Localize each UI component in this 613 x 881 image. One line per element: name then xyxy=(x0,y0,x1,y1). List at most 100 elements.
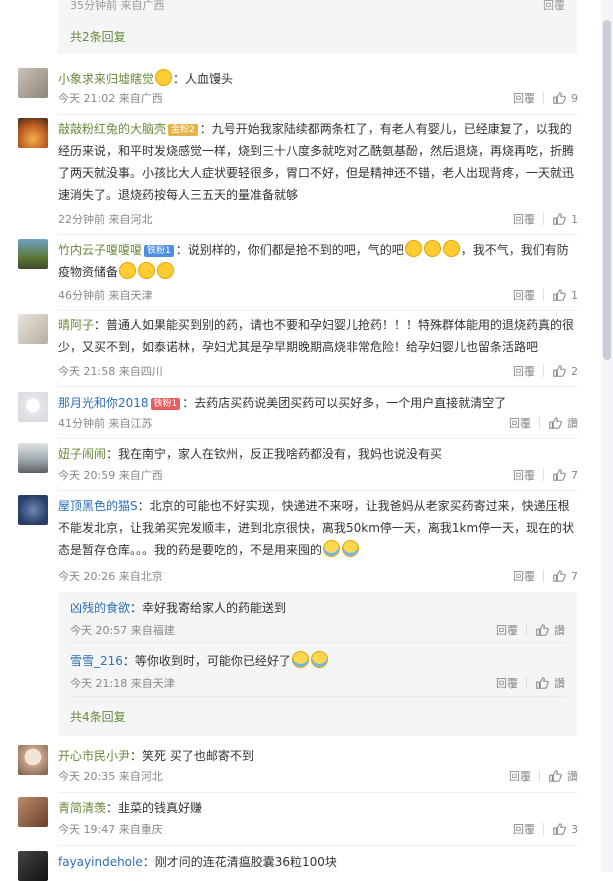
comment-body: ：说别样的，你们都是抢不到的吧，气的吧 xyxy=(175,243,404,257)
reply-actions: 回覆 讚 xyxy=(496,675,565,691)
reply-button[interactable]: 回覆 xyxy=(513,467,535,483)
comment-actions: 回覆 讚 xyxy=(509,415,578,431)
username-link[interactable]: 妞子闹闹 xyxy=(58,447,106,461)
avatar[interactable] xyxy=(18,851,48,881)
avatar[interactable] xyxy=(18,392,48,422)
username-link[interactable]: fayayindehole xyxy=(58,855,143,869)
comment-actions: 回覆 1 xyxy=(513,211,578,227)
reply-block: 凶残的食欲：幸好我寄给家人的药能送到 今天 20:57 来自福建 回覆 讚 雪雪… xyxy=(58,592,577,736)
username-link[interactable]: 晴阿子 xyxy=(58,318,94,332)
like-button[interactable]: 1 xyxy=(552,288,578,302)
comment-actions: 回覆 1 xyxy=(513,287,578,303)
like-count: 讚 xyxy=(554,624,565,637)
divider xyxy=(526,624,527,636)
reply-button[interactable]: 回覆 xyxy=(509,768,531,784)
reply-button[interactable]: 回覆 xyxy=(513,211,535,227)
username-link[interactable]: 小象求来归墟瞎觉 xyxy=(58,72,154,86)
like-button[interactable]: 1 xyxy=(552,212,578,226)
avatar[interactable] xyxy=(18,239,48,269)
comment-text: 敲敲粉红兔的大脑壳 金粉2 ：九号开始我家陆续都两条杠了，有老人有婴儿，已经康复了，… xyxy=(58,118,580,206)
divider xyxy=(58,386,578,387)
divider xyxy=(58,234,578,235)
comment-actions: 回覆 2 xyxy=(513,363,578,379)
like-button[interactable]: 7 xyxy=(552,569,578,583)
avatar[interactable] xyxy=(18,118,48,148)
username-link[interactable]: 屋顶黑色的猫S xyxy=(58,499,138,513)
thumbs-up-icon xyxy=(535,623,549,637)
comment-text: 那月光和你2018 铁粉1 ：去药店买药说美团买药可以买好多，一个用户直接就清空了 xyxy=(58,392,580,414)
emoji-icon xyxy=(310,651,328,668)
like-button[interactable]: 9 xyxy=(552,91,578,105)
divider xyxy=(58,114,578,115)
reply-button[interactable]: 回覆 xyxy=(496,675,518,691)
like-count: 9 xyxy=(571,91,578,105)
reply-body: ：等你收到时，可能你已经好了 xyxy=(122,654,291,668)
reply-meta: 今天 20:57 来自福建 xyxy=(70,624,175,637)
fan-badge: 铁粉1 xyxy=(150,398,181,410)
thumbs-up-icon xyxy=(552,822,566,836)
reply-button[interactable]: 回覆 xyxy=(513,287,535,303)
username-link[interactable]: 雪雪_216 xyxy=(70,654,123,668)
emoji-icon xyxy=(155,69,173,86)
like-button[interactable]: 讚 xyxy=(535,622,565,638)
comment-actions: 回覆 7 xyxy=(513,568,578,584)
reply-button[interactable]: 回覆 xyxy=(509,415,531,431)
comment-actions: 回覆 7 xyxy=(513,467,578,483)
reply-button[interactable]: 回覆 xyxy=(543,0,565,13)
avatar[interactable] xyxy=(18,68,48,98)
divider xyxy=(543,365,544,377)
emoji-icon xyxy=(119,262,137,279)
scrollbar[interactable] xyxy=(601,0,613,872)
more-replies-link[interactable]: 共2条回复 xyxy=(70,28,126,45)
emoji-icon xyxy=(442,240,460,257)
avatar[interactable] xyxy=(18,797,48,827)
comment-text: 小象求来归墟瞎觉 ：人血馒头 xyxy=(58,68,580,90)
comment-body: ：我在南宁，家人在钦州，反正我啥药都没有，我妈也说没有买 xyxy=(106,447,443,461)
username-link[interactable]: 竹内云子嗄嗄嗄 xyxy=(58,243,142,257)
fan-badge: 金粉2 xyxy=(168,124,198,136)
reply-block-collapsed: 35分钟前 来自广西 回覆 共2条回复 xyxy=(58,0,577,54)
thumbs-up-icon xyxy=(552,364,566,378)
like-count: 1 xyxy=(571,212,578,226)
thumbs-up-icon xyxy=(535,676,549,690)
comment-body: ：人血馒头 xyxy=(173,72,234,86)
like-count: 7 xyxy=(571,468,578,482)
avatar[interactable] xyxy=(18,745,48,775)
reply-button[interactable]: 回覆 xyxy=(513,90,535,106)
like-button[interactable]: 2 xyxy=(552,364,578,378)
username-link[interactable]: 青简清羡 xyxy=(58,801,106,815)
like-button[interactable]: 讚 xyxy=(548,415,578,431)
reply-button[interactable]: 回覆 xyxy=(513,821,535,837)
reply-button[interactable]: 回覆 xyxy=(496,622,518,638)
divider xyxy=(58,438,578,439)
divider xyxy=(70,642,565,643)
divider xyxy=(58,490,578,491)
username-link[interactable]: 凶残的食欲 xyxy=(70,601,130,615)
thumbs-up-icon xyxy=(548,769,562,783)
divider xyxy=(526,677,527,689)
scrollbar-thumb[interactable] xyxy=(603,20,611,360)
like-count: 讚 xyxy=(567,417,578,430)
reply-text: 雪雪_216：等你收到时，可能你已经好了 xyxy=(70,651,565,671)
like-button[interactable]: 3 xyxy=(552,822,578,836)
reply-button[interactable]: 回覆 xyxy=(513,568,535,584)
like-count: 3 xyxy=(571,822,578,836)
like-button[interactable]: 7 xyxy=(552,468,578,482)
thumbs-up-icon xyxy=(552,569,566,583)
emoji-icon xyxy=(323,540,341,557)
comment-meta: 今天 20:26 来自北京 xyxy=(58,570,163,583)
divider xyxy=(58,792,578,793)
like-button[interactable]: 讚 xyxy=(548,768,578,784)
username-link[interactable]: 敲敲粉红兔的大脑壳 xyxy=(58,122,166,136)
reply-button[interactable]: 回覆 xyxy=(513,363,535,379)
comment-body: ：刚才问的连花清瘟胶囊36粒100块 xyxy=(142,855,337,869)
like-count: 7 xyxy=(571,569,578,583)
avatar[interactable] xyxy=(18,495,48,525)
reply-actions: 回覆 讚 xyxy=(496,622,565,638)
avatar[interactable] xyxy=(18,443,48,473)
username-link[interactable]: 那月光和你2018 xyxy=(58,396,149,410)
username-link[interactable]: 开心市民小尹 xyxy=(58,749,130,763)
like-button[interactable]: 讚 xyxy=(535,675,565,691)
avatar[interactable] xyxy=(18,314,48,344)
more-replies-link[interactable]: 共4条回复 xyxy=(70,708,126,725)
